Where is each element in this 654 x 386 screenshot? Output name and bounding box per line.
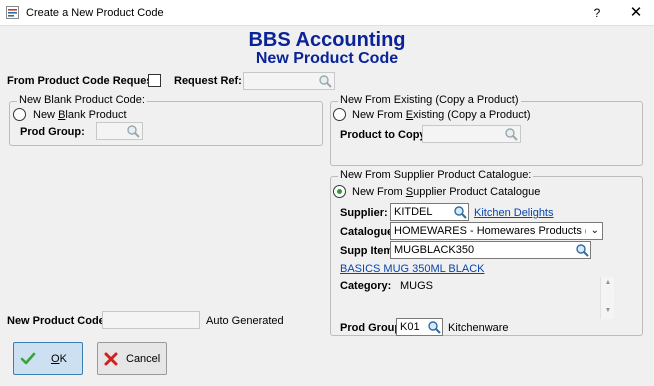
search-icon[interactable] [427, 320, 442, 335]
existing-product-option-label: New From Existing (Copy a Product) [352, 109, 531, 121]
product-to-copy-label: Product to Copy: [340, 129, 430, 141]
blank-product-option-label: New Blank Product [33, 109, 127, 121]
supplier-catalogue-radio[interactable] [333, 185, 346, 198]
search-icon[interactable] [575, 243, 590, 258]
cancel-x-icon [104, 352, 118, 366]
blank-product-group: New Blank Product Code: [9, 94, 323, 146]
existing-product-radio[interactable] [333, 108, 346, 121]
category-value: MUGS [400, 280, 433, 292]
blank-prod-group-label: Prod Group: [20, 126, 85, 138]
title-bar: Create a New Product Code ? ✕ [0, 0, 654, 26]
from-request-label: From Product Code Request: [7, 75, 160, 87]
search-icon[interactable] [126, 124, 141, 139]
supplier-prod-group-value: K01 [400, 321, 420, 333]
category-scrollbar[interactable]: ▲ ▼ [600, 277, 614, 319]
supplier-catalogue-option-label: New From Supplier Product Catalogue [352, 186, 541, 198]
new-product-code-label: New Product Code: [7, 315, 109, 327]
blank-prod-group-field[interactable] [96, 122, 143, 140]
product-to-copy-field[interactable] [422, 125, 521, 143]
catalogue-value: HOMEWARES - Homewares Products (impo [394, 225, 586, 237]
chevron-down-icon[interactable]: ⌄ [591, 225, 599, 236]
search-icon[interactable] [318, 74, 333, 89]
supplier-prod-group-field[interactable]: K01 [396, 318, 443, 336]
supp-item-field[interactable]: MUGBLACK350 [390, 241, 591, 259]
page-heading: New Product Code [255, 50, 399, 67]
existing-group-title: New From Existing (Copy a Product) [338, 94, 521, 106]
cancel-button[interactable]: Cancel [97, 342, 167, 375]
request-ref-field[interactable] [243, 72, 335, 90]
supplier-field[interactable]: KITDEL [390, 203, 469, 221]
auto-generated-note: Auto Generated [206, 315, 284, 327]
supplier-name-link[interactable]: Kitchen Delights [474, 207, 554, 219]
app-icon [6, 6, 19, 19]
ok-button[interactable]: OK [13, 342, 83, 375]
ok-button-label: OK [51, 353, 67, 365]
window-title: Create a New Product Code [26, 7, 164, 19]
checkmark-icon [20, 352, 36, 365]
app-heading: BBS Accounting [248, 29, 406, 51]
supp-item-label: Supp Item: [340, 245, 397, 257]
item-description-link[interactable]: BASICS MUG 350ML BLACK [340, 263, 484, 275]
supp-item-value: MUGBLACK350 [394, 244, 475, 256]
search-icon[interactable] [453, 205, 468, 220]
new-product-code-field [102, 311, 200, 329]
cancel-button-label: Cancel [126, 353, 161, 365]
blank-group-title: New Blank Product Code: [17, 94, 147, 106]
supplier-label: Supplier: [340, 207, 388, 219]
close-button[interactable]: ✕ [618, 0, 654, 26]
catalogue-select[interactable]: HOMEWARES - Homewares Products (impo ⌄ [390, 222, 603, 240]
scroll-up-icon[interactable]: ▲ [601, 279, 615, 286]
category-label: Category: [340, 280, 392, 292]
search-icon[interactable] [504, 127, 519, 142]
blank-product-radio[interactable] [13, 108, 26, 121]
scroll-down-icon[interactable]: ▼ [601, 307, 615, 314]
catalogue-label: Catalogue: [340, 226, 397, 238]
help-button[interactable]: ? [580, 0, 614, 26]
from-request-checkbox[interactable] [148, 74, 161, 87]
request-ref-label: Request Ref: [174, 75, 242, 87]
supplier-value: KITDEL [394, 206, 433, 218]
supplier-prod-group-name: Kitchenware [448, 322, 509, 334]
supplier-group-title: New From Supplier Product Catalogue: [338, 169, 534, 181]
